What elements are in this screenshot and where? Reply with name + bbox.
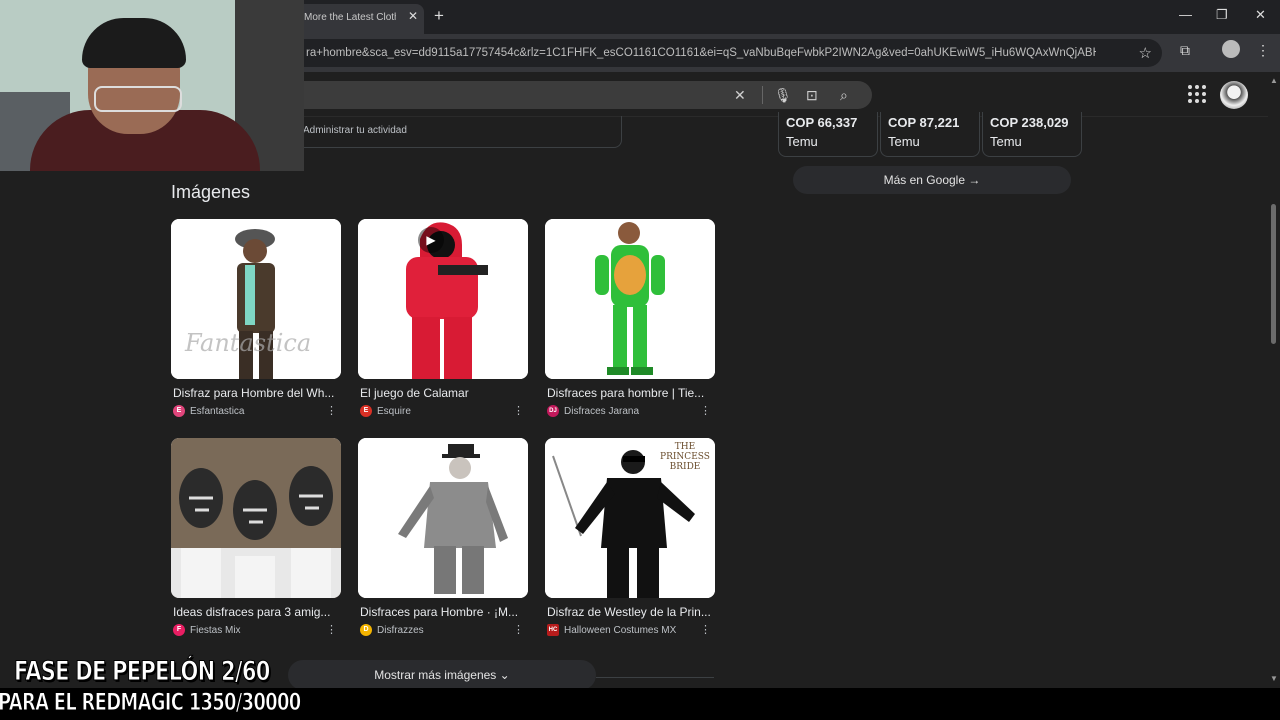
source-name: Disfrazzes (377, 624, 424, 636)
scroll-down-icon[interactable]: ▼ (1270, 674, 1278, 683)
source-name: Halloween Costumes MX (564, 624, 677, 636)
tab-title: More the Latest Cloth (304, 12, 396, 23)
image-title[interactable]: Disfraz para Hombre del Wh... (173, 386, 339, 400)
image-title[interactable]: Disfraces para Hombre · ¡M... (360, 605, 526, 619)
price: COP 238,029 (990, 115, 1069, 130)
more-options-icon[interactable]: ⋮ (513, 623, 524, 636)
search-icon[interactable]: ⌕ (840, 87, 848, 104)
source-name: Fiestas Mix (190, 624, 241, 636)
more-in-google-button[interactable]: Más en Google → (793, 166, 1071, 194)
scrollbar[interactable]: ▲ ▼ (1268, 72, 1280, 686)
search-input[interactable]: ✕ 🎙 ⊡ ⌕ (240, 81, 872, 109)
image-source[interactable]: E Esquire (360, 405, 411, 417)
image-source[interactable]: E Esfantastica (173, 405, 244, 417)
divider (762, 86, 763, 104)
close-icon[interactable]: ✕ (408, 9, 418, 23)
store-name: Temu (888, 134, 920, 149)
more-options-icon[interactable]: ⋮ (326, 404, 337, 417)
webcam-glasses (94, 86, 182, 112)
costume-image (545, 219, 715, 379)
image-title[interactable]: El juego de Calamar (360, 386, 526, 400)
images-section-title: Imágenes (171, 182, 251, 202)
princess-bride-logo: THE PRINCESS BRIDE (660, 442, 710, 472)
price: COP 66,337 (786, 115, 858, 130)
favicon: F (173, 624, 185, 636)
apps-grid-icon[interactable] (1188, 85, 1206, 103)
image-thumbnail[interactable]: Fantastica (171, 219, 341, 379)
image-thumbnail[interactable]: ▶ (358, 219, 528, 379)
address-bar[interactable]: ra+hombre&sca_esv=dd9115a17757454c&rlz=1… (270, 39, 1162, 67)
manage-activity-link[interactable]: Administrar tu actividad (303, 125, 407, 136)
image-source[interactable]: HC Halloween Costumes MX (547, 624, 676, 636)
scrollbar-thumb[interactable] (1271, 204, 1276, 344)
plus-icon[interactable]: + (434, 6, 444, 26)
more-options-icon[interactable]: ⋮ (700, 623, 711, 636)
image-title[interactable]: Disfraces para hombre | Tie... (547, 386, 713, 400)
favicon: D (360, 624, 372, 636)
webcam-overlay (0, 0, 304, 171)
image-thumbnail[interactable] (545, 219, 715, 379)
mic-icon[interactable]: 🎙 (774, 87, 792, 104)
costume-image (358, 438, 528, 598)
restore-icon[interactable]: ❐ (1216, 7, 1228, 23)
image-title[interactable]: Disfraz de Westley de la Prin... (547, 605, 713, 619)
more-options-icon[interactable]: ⋮ (513, 404, 524, 417)
store-name: Temu (786, 134, 818, 149)
favicon: HC (547, 624, 559, 636)
more-options-icon[interactable]: ⋮ (326, 623, 337, 636)
more-options-icon[interactable]: ⋮ (700, 404, 711, 417)
window-close-icon[interactable]: ✕ (1255, 7, 1266, 23)
profile-icon[interactable] (1222, 40, 1240, 58)
image-source[interactable]: DJ Disfraces Jarana (547, 405, 639, 417)
show-more-images-button[interactable]: Mostrar más imágenes ⌄ (288, 660, 596, 690)
store-name: Temu (990, 134, 1022, 149)
source-name: Esquire (377, 405, 411, 417)
clear-icon[interactable]: ✕ (734, 87, 746, 104)
image-thumbnail[interactable]: THE PRINCESS BRIDE (545, 438, 715, 598)
image-source[interactable]: D Disfrazzes (360, 624, 424, 636)
menu-icon[interactable]: ⋮ (1256, 42, 1270, 59)
price-card[interactable]: COP 87,221 Temu (880, 112, 980, 157)
favicon: E (173, 405, 185, 417)
favicon: DJ (547, 405, 559, 417)
scroll-up-icon[interactable]: ▲ (1270, 76, 1278, 85)
favicon: E (360, 405, 372, 417)
browser-tab[interactable]: More the Latest Cloth ✕ (296, 4, 424, 34)
overlay-text-line1: FASE DE PEPELÓN 2/60 (14, 656, 271, 688)
watermark: Fantastica (185, 329, 312, 357)
extensions-icon[interactable]: ⧉ (1180, 42, 1190, 59)
source-name: Esfantastica (190, 405, 245, 417)
image-thumbnail[interactable] (358, 438, 528, 598)
chevron-down-icon: ⌄ (499, 668, 510, 682)
more-in-google-label: Más en Google (883, 173, 966, 187)
show-more-label: Mostrar más imágenes (374, 668, 497, 682)
overlay-text-line2: PARA EL REDMAGIC 1350/30000 (0, 688, 302, 717)
price-card[interactable]: COP 66,337 Temu (778, 112, 878, 157)
avatar[interactable] (1220, 81, 1248, 109)
url-text: ra+hombre&sca_esv=dd9115a17757454c&rlz=1… (306, 47, 1096, 59)
star-icon[interactable]: ☆ (1139, 44, 1152, 62)
lens-icon[interactable]: ⊡ (806, 87, 818, 104)
minimize-icon[interactable]: — (1179, 7, 1192, 22)
image-source[interactable]: F Fiestas Mix (173, 624, 241, 636)
play-icon[interactable]: ▶ (418, 227, 444, 253)
price: COP 87,221 (888, 115, 960, 130)
image-title[interactable]: Ideas disfraces para 3 amig... (173, 605, 339, 619)
arrow-right-icon: → (968, 173, 981, 187)
source-name: Disfraces Jarana (564, 405, 640, 417)
webcam-hair (82, 18, 186, 68)
costume-image (171, 438, 341, 598)
image-thumbnail[interactable] (171, 438, 341, 598)
section-divider (596, 677, 714, 678)
price-card[interactable]: COP 238,029 Temu (982, 112, 1082, 157)
